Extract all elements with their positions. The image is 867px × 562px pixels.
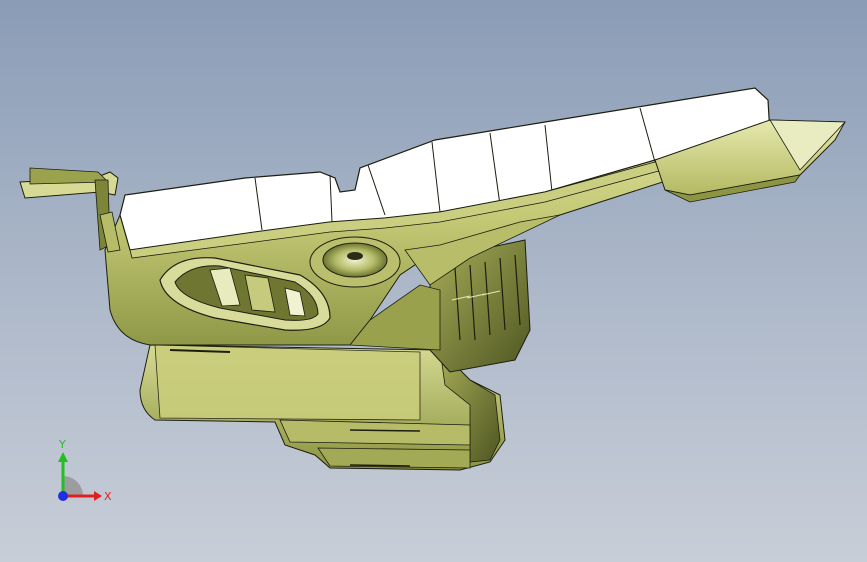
y-axis-label: Y bbox=[58, 438, 66, 451]
z-axis-dot-icon bbox=[58, 491, 68, 501]
orientation-triad[interactable]: Y X bbox=[40, 436, 120, 516]
x-axis-label: X bbox=[104, 490, 112, 503]
part-model[interactable] bbox=[0, 0, 867, 562]
left-bracket[interactable] bbox=[19, 167, 121, 253]
graphics-viewport[interactable]: Y X bbox=[0, 0, 867, 562]
round-boss[interactable] bbox=[309, 236, 401, 288]
